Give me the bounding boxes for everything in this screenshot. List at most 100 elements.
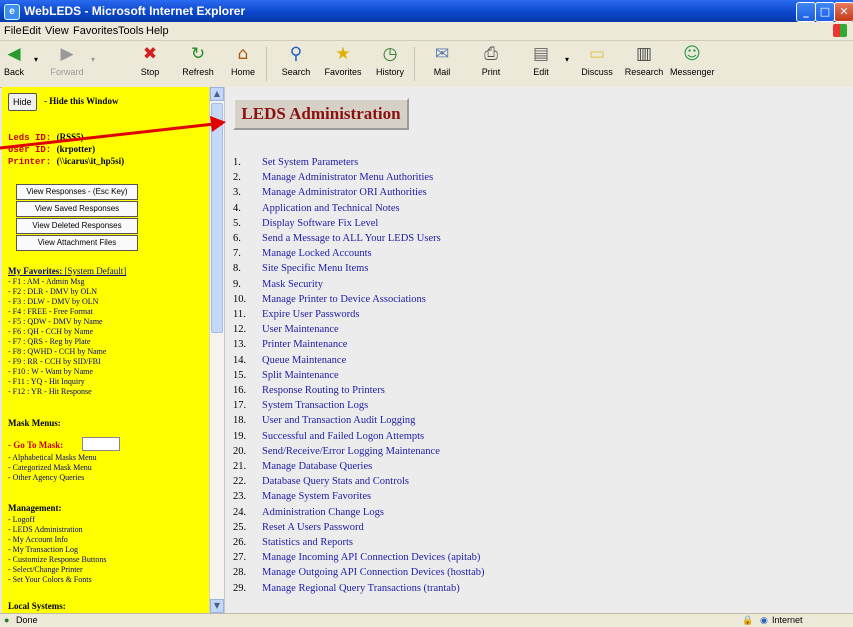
admin-menu-item-link[interactable]: Statistics and Reports [262,537,353,548]
view-saved-responses-button[interactable]: View Saved Responses [16,201,138,217]
admin-menu-item-link[interactable]: Manage Outgoing API Connection Devices (… [262,567,485,578]
favorite-item[interactable]: - F11 : YQ - Hit Inquiry [8,377,85,386]
admin-menu-item-link[interactable]: Set System Parameters [262,157,358,168]
admin-menu-item-link[interactable]: User and Transaction Audit Logging [262,415,415,426]
history-button[interactable]: ◷ History [368,43,412,77]
menu-view[interactable]: View [45,25,69,37]
search-button[interactable]: ⚲ Search [274,43,318,77]
favorite-item[interactable]: - F6 : QH - CCH by Name [8,327,93,336]
leds-administration-link[interactable]: - LEDS Administration [8,525,83,534]
home-button[interactable]: ⌂ Home [221,43,265,77]
view-responses-button[interactable]: View Responses - (Esc Key) [16,184,138,200]
research-button[interactable]: ▥ Research [622,43,666,77]
menu-bar: File Edit View Favorites Tools Help [0,22,853,41]
admin-menu-item-link[interactable]: Expire User Passwords [262,309,359,320]
print-button[interactable]: ⎙ Print [469,43,513,77]
admin-menu-item-link[interactable]: Response Routing to Printers [262,385,385,396]
my-favorites-header[interactable]: My Favorites: [System Default] [8,266,126,276]
set-colors-fonts-link[interactable]: - Set Your Colors & Fonts [8,575,92,584]
ie-logo-icon: e [4,4,20,20]
main-content-pane: LEDS Administration 1. Set System Paramet… [224,87,853,613]
admin-menu-item-link[interactable]: Manage Administrator ORI Authorities [262,187,427,198]
admin-menu-item-link[interactable]: Manage Administrator Menu Authorities [262,172,433,183]
favorite-item[interactable]: - F1 : AM - Admin Msg [8,277,84,286]
my-transaction-log-link[interactable]: - My Transaction Log [8,545,78,554]
messenger-button[interactable]: ☺ Messenger [670,43,715,77]
admin-menu-item-number: 4. [233,202,241,214]
status-text: Done [16,615,38,625]
window-title-bar[interactable]: e WebLEDS - Microsoft Internet Explorer … [0,0,853,22]
other-agency-queries-link[interactable]: - Other Agency Queries [8,473,84,482]
left-pane-scrollbar[interactable]: ▲ ▼ [209,87,224,613]
favorite-item[interactable]: - F10 : W - Want by Name [8,367,93,376]
go-to-mask-input[interactable] [82,437,120,451]
admin-menu-item-link[interactable]: Application and Technical Notes [262,203,400,214]
stop-button[interactable]: ✖ Stop [128,43,172,77]
admin-menu-item-link[interactable]: Manage System Favorites [262,491,371,502]
menu-favorites[interactable]: Favorites [73,25,118,37]
admin-menu-item-link[interactable]: Printer Maintenance [262,339,347,350]
favorite-item[interactable]: - F2 : DLR - DMV by OLN [8,287,97,296]
scroll-up-arrow-icon[interactable]: ▲ [210,87,224,101]
admin-menu-item-link[interactable]: Database Query Stats and Controls [262,476,409,487]
zone-text: Internet [772,615,803,625]
edit-dropdown-icon[interactable]: ▾ [565,55,569,64]
refresh-button[interactable]: ↻ Refresh [176,43,220,77]
customize-response-buttons-link[interactable]: - Customize Response Buttons [8,555,106,564]
hide-window-button[interactable]: Hide [8,93,37,111]
view-deleted-responses-button[interactable]: View Deleted Responses [16,218,138,234]
favorite-item[interactable]: - F5 : QDW - DMV by Name [8,317,103,326]
menu-help[interactable]: Help [146,25,169,37]
admin-menu-item-link[interactable]: Manage Database Queries [262,461,372,472]
back-dropdown-icon[interactable]: ▾ [34,55,38,64]
logoff-link[interactable]: - Logoff [8,515,35,524]
admin-menu-item-link[interactable]: System Transaction Logs [262,400,368,411]
admin-menu-item-link[interactable]: Mask Security [262,279,323,290]
my-account-info-link[interactable]: - My Account Info [8,535,68,544]
view-attachment-files-button[interactable]: View Attachment Files [16,235,138,251]
favorite-item[interactable]: - F9 : RR - CCH by SID/FBI [8,357,101,366]
favorite-item[interactable]: - F4 : FREE - Free Format [8,307,93,316]
favorite-item[interactable]: - F8 : QWHD - CCH by Name [8,347,106,356]
menu-tools[interactable]: Tools [118,25,144,37]
scroll-thumb[interactable] [211,103,223,333]
admin-menu-item-number: 19. [233,430,247,442]
favorite-item[interactable]: - F3 : DLW - DMV by OLN [8,297,98,306]
admin-menu-item-number: 14. [233,354,247,366]
menu-edit[interactable]: Edit [22,25,41,37]
admin-menu-item-link[interactable]: Manage Printer to Device Associations [262,294,426,305]
menu-file[interactable]: File [4,25,22,37]
admin-menu-item-link[interactable]: Send/Receive/Error Logging Maintenance [262,446,440,457]
close-button[interactable]: ✕ [834,2,853,22]
forward-button[interactable]: ▶ Forward [45,43,89,77]
home-icon: ⌂ [237,44,249,64]
admin-menu-item-link[interactable]: Successful and Failed Logon Attempts [262,431,424,442]
minimize-button[interactable]: _ [796,2,816,22]
favorite-item[interactable]: - F12 : YR - Hit Response [8,387,92,396]
back-button[interactable]: ◀ Back [0,43,36,77]
scroll-down-arrow-icon[interactable]: ▼ [210,599,224,613]
admin-menu-item-link[interactable]: Split Maintenance [262,370,339,381]
admin-menu-item-link[interactable]: Manage Regional Query Transactions (tran… [262,583,460,594]
admin-menu-item-link[interactable]: Manage Incoming API Connection Devices (… [262,552,480,563]
alphabetical-masks-link[interactable]: - Alphabetical Masks Menu [8,453,97,462]
admin-menu-item-link[interactable]: Send a Message to ALL Your LEDS Users [262,233,441,244]
admin-menu-item-link[interactable]: Reset A Users Password [262,522,364,533]
admin-menu-item-link[interactable]: Manage Locked Accounts [262,248,372,259]
admin-menu-item-link[interactable]: Queue Maintenance [262,355,346,366]
admin-menu-item-link[interactable]: Site Specific Menu Items [262,263,368,274]
edit-button[interactable]: ▤ Edit [519,43,563,77]
favorite-item[interactable]: - F7 : QRS - Reg by Plate [8,337,90,346]
admin-menu-item-link[interactable]: Administration Change Logs [262,507,384,518]
maximize-button[interactable]: □ [815,2,835,22]
select-change-printer-link[interactable]: - Select/Change Printer [8,565,83,574]
mail-button[interactable]: ✉ Mail [420,43,464,77]
forward-dropdown-icon[interactable]: ▾ [91,55,95,64]
admin-menu-item-link[interactable]: Display Software Fix Level [262,218,378,229]
discuss-button[interactable]: ▭ Discuss [575,43,619,77]
admin-menu-item-number: 28. [233,567,247,579]
categorized-mask-menu-link[interactable]: - Categorized Mask Menu [8,463,92,472]
admin-menu-item-link[interactable]: User Maintenance [262,324,339,335]
favorites-button[interactable]: ★ Favorites [321,43,365,77]
admin-menu-item-number: 18. [233,415,247,427]
